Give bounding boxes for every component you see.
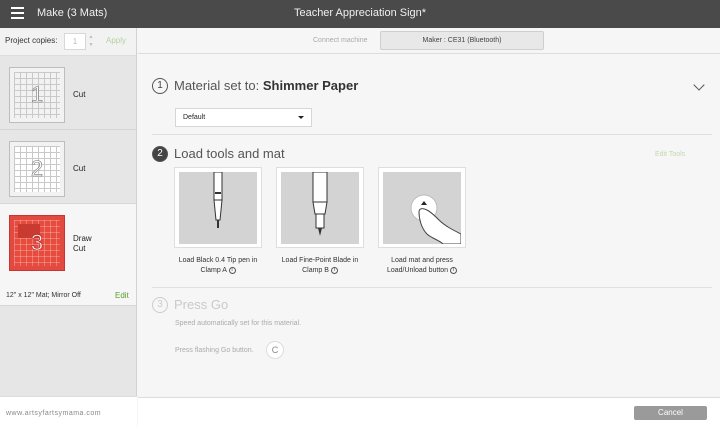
- mat-item-3[interactable]: 3 Draw Cut 12" x 12" Mat; Mirror Off Edi…: [0, 204, 136, 306]
- divider: [152, 134, 712, 135]
- step-1-number: 1: [152, 78, 168, 94]
- project-copies-bar: Project copies: 1 ▲ ▼ Apply: [0, 28, 136, 56]
- top-bar: Make (3 Mats) Teacher Appreciation Sign*: [0, 0, 720, 28]
- cancel-button[interactable]: Cancel: [634, 406, 707, 420]
- project-copies-input[interactable]: 1: [64, 33, 86, 50]
- document-title: Teacher Appreciation Sign*: [293, 7, 427, 19]
- mat-label-cut: Cut: [73, 244, 86, 253]
- divider: [152, 287, 712, 288]
- mat-thumbnail: 3: [9, 215, 65, 271]
- load-button-icon: [383, 172, 461, 244]
- material-name: Shimmer Paper: [262, 78, 359, 93]
- press-go-note: Press flashing Go button.: [175, 347, 254, 354]
- connect-bar: Connect machine Maker : CE31 (Bluetooth): [138, 28, 720, 54]
- connect-machine-label: Connect machine: [313, 37, 368, 44]
- mat-sidebar: Project copies: 1 ▲ ▼ Apply 1 Cut 2 Cut 3…: [0, 28, 137, 427]
- main-panel: Connect machine Maker : CE31 (Bluetooth)…: [138, 28, 720, 397]
- mat-thumbnail: 1: [9, 67, 65, 123]
- sidebar-footer: www.artsyfartsymama.com: [0, 396, 137, 427]
- mat-item-1[interactable]: 1 Cut: [0, 56, 136, 130]
- info-icon[interactable]: i: [228, 266, 236, 274]
- mat-label: Cut: [73, 90, 86, 99]
- step-3-title: Press Go: [174, 297, 229, 312]
- blade-icon: [281, 172, 359, 244]
- pen-tool-caption: Load Black 0.4 Tip pen in Clamp A i: [178, 257, 258, 274]
- mat-number: 2: [30, 156, 44, 182]
- go-icon: C: [266, 341, 284, 359]
- step-2-number: 2: [152, 146, 168, 162]
- mat-label: Cut: [73, 164, 86, 173]
- info-icon[interactable]: i: [330, 266, 338, 274]
- bottom-bar: Cancel: [138, 397, 720, 427]
- mat-thumbnail: 2: [9, 141, 65, 197]
- watermark: www.artsyfartsymama.com: [6, 410, 102, 417]
- step-2-title: Load tools and mat: [174, 146, 285, 161]
- mat-settings-text: 12" x 12" Mat; Mirror Off: [6, 292, 81, 299]
- mat-label-draw: Draw: [73, 234, 92, 243]
- pen-icon: [179, 172, 257, 244]
- mat-item-2[interactable]: 2 Cut: [0, 130, 136, 204]
- apply-button[interactable]: Apply: [106, 36, 126, 45]
- mat-edit-link[interactable]: Edit: [115, 291, 129, 300]
- mat-number: 1: [30, 82, 44, 108]
- blade-tool-caption: Load Fine-Point Blade in Clamp B i: [281, 257, 359, 274]
- load-mat-card: [378, 167, 466, 248]
- load-mat-caption: Load mat and press Load/Unload button i: [370, 256, 474, 276]
- copies-stepper-icon[interactable]: ▲ ▼: [87, 33, 95, 50]
- speed-note: Speed automatically set for this materia…: [175, 320, 302, 327]
- step-1-title: Material set to: Shimmer Paper: [174, 78, 359, 93]
- step-3-number: 3: [152, 297, 168, 313]
- edit-tools-link[interactable]: Edit Tools: [655, 151, 685, 158]
- blade-tool-card: [276, 167, 364, 248]
- pressure-select[interactable]: Default: [175, 108, 312, 127]
- mat-number: 3: [30, 230, 44, 256]
- pen-tool-card: [174, 167, 262, 248]
- chevron-down-icon[interactable]: [693, 79, 705, 91]
- project-copies-label: Project copies:: [5, 36, 58, 45]
- info-icon[interactable]: i: [450, 266, 458, 274]
- caret-down-icon: [298, 116, 304, 119]
- machine-button[interactable]: Maker : CE31 (Bluetooth): [380, 31, 544, 50]
